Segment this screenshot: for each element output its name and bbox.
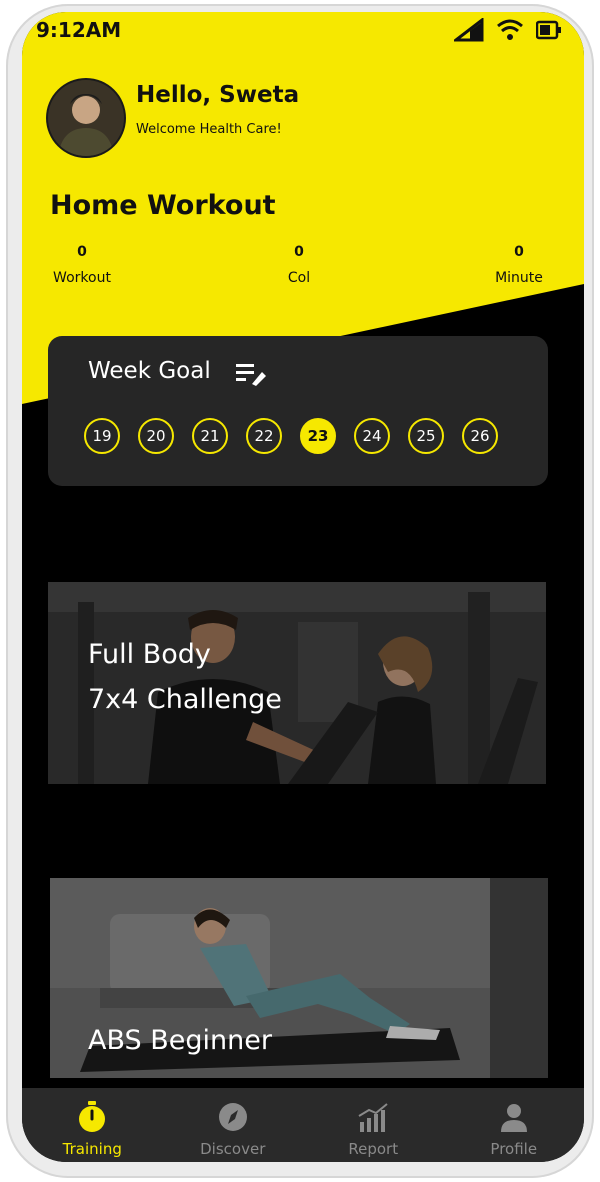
stat-value: 0 bbox=[77, 244, 87, 260]
workout-card-abs[interactable]: ABS Beginner bbox=[50, 878, 548, 1078]
day-25[interactable]: 25 bbox=[408, 418, 444, 454]
edit-list-icon[interactable] bbox=[236, 362, 268, 386]
week-goal-title: Week Goal bbox=[88, 358, 211, 384]
status-icons bbox=[454, 18, 562, 42]
nav-report[interactable]: Report bbox=[303, 1088, 444, 1162]
nav-discover[interactable]: Discover bbox=[163, 1088, 304, 1162]
day-23-selected[interactable]: 23 bbox=[300, 418, 336, 454]
day-24[interactable]: 24 bbox=[354, 418, 390, 454]
bottom-navigation: Training Discover Report Profile bbox=[22, 1088, 584, 1162]
workout-title-line1: Full Body bbox=[88, 639, 211, 670]
workout-title-line2: 7x4 Challenge bbox=[88, 684, 282, 715]
stat-label: Col bbox=[287, 270, 311, 286]
avatar[interactable] bbox=[48, 80, 124, 156]
page-title: Home Workout bbox=[50, 190, 276, 221]
nav-profile[interactable]: Profile bbox=[444, 1088, 585, 1162]
nav-label: Report bbox=[348, 1140, 399, 1158]
week-days-row: 19 20 21 22 23 24 25 26 bbox=[84, 418, 498, 454]
day-26[interactable]: 26 bbox=[462, 418, 498, 454]
day-20[interactable]: 20 bbox=[138, 418, 174, 454]
stat-workout: 0 Workout bbox=[46, 244, 118, 286]
welcome-subtitle: Welcome Health Care! bbox=[136, 122, 282, 137]
stopwatch-icon bbox=[79, 1101, 106, 1132]
chart-icon bbox=[358, 1103, 388, 1132]
day-21[interactable]: 21 bbox=[192, 418, 228, 454]
battery-icon bbox=[536, 20, 561, 40]
workout-card-full-body[interactable]: Full Body 7x4 Challenge bbox=[48, 582, 546, 784]
nav-label: Discover bbox=[200, 1140, 266, 1158]
day-19[interactable]: 19 bbox=[84, 418, 120, 454]
nav-label: Profile bbox=[490, 1140, 538, 1158]
signal-icon bbox=[454, 18, 484, 42]
stat-col: 0 Col bbox=[268, 244, 330, 286]
stat-value: 0 bbox=[294, 244, 304, 260]
nav-label: Training bbox=[62, 1140, 122, 1158]
status-time: 9:12AM bbox=[36, 18, 122, 42]
stat-label: Workout bbox=[53, 270, 111, 286]
stat-minute: 0 Minute bbox=[488, 244, 550, 286]
person-icon bbox=[500, 1104, 527, 1132]
workout-title: ABS Beginner bbox=[88, 1025, 272, 1056]
app-screen: 9:12AM Hello, Sweta Welcome Health Care!… bbox=[22, 12, 584, 1162]
greeting-text: Hello, Sweta bbox=[136, 82, 300, 108]
nav-training[interactable]: Training bbox=[22, 1088, 163, 1162]
stat-value: 0 bbox=[514, 244, 524, 260]
week-goal-card[interactable]: Week Goal 19 20 21 22 23 24 25 26 bbox=[48, 336, 548, 486]
wifi-icon bbox=[497, 19, 523, 40]
day-22[interactable]: 22 bbox=[246, 418, 282, 454]
stat-label: Minute bbox=[495, 270, 543, 286]
compass-icon bbox=[218, 1103, 247, 1131]
